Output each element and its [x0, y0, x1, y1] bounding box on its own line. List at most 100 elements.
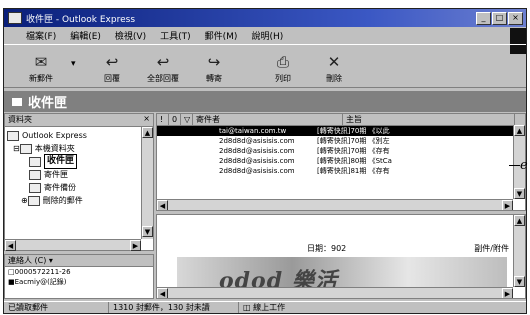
- tree-item-inbox[interactable]: 收件匣: [7, 154, 153, 169]
- delete-button[interactable]: ✕ 刪除: [313, 53, 355, 87]
- menu-help[interactable]: 說明(H): [251, 29, 283, 42]
- folders-horizontal-scrollbar[interactable]: ◀ ▶: [5, 239, 141, 251]
- message-from: 2d8d8d@asisisis.com: [219, 147, 295, 155]
- collapse-icon[interactable]: ⊟: [13, 142, 20, 155]
- status-count: 1310 封郵件，130 封未讀: [109, 302, 239, 313]
- message-row[interactable]: 2d8d8d@asisisis.com [轉寄快訊]70期 《別左: [157, 136, 525, 146]
- preview-attachment[interactable]: 副件/附件: [474, 243, 509, 254]
- tree-label: 寄件備份: [44, 183, 76, 192]
- message-subject: [轉寄快訊]70期 《以此: [317, 127, 390, 135]
- maximize-button[interactable]: □: [492, 11, 507, 25]
- scroll-right-icon[interactable]: ▶: [130, 240, 141, 251]
- title-bar[interactable]: 收件匣 - Outlook Express _ □ ×: [4, 9, 526, 27]
- reply-all-button[interactable]: ↩ 全部回覆: [142, 53, 184, 87]
- from-column[interactable]: 寄件者: [193, 114, 343, 125]
- status-bar: 已讀取郵件 1310 封郵件，130 封未讀 ◫ 線上工作: [4, 301, 526, 313]
- reply-icon: ↩: [105, 53, 119, 71]
- tree-item-local-folders[interactable]: ⊟ 本機資料夾: [7, 142, 153, 155]
- folder-title-bar: 收件匣: [4, 91, 526, 112]
- scroll-right-icon[interactable]: ▶: [502, 288, 513, 298]
- scroll-left-icon[interactable]: ◀: [5, 240, 16, 251]
- scroll-up-icon[interactable]: ▲: [514, 215, 525, 226]
- scroll-left-icon[interactable]: ◀: [157, 288, 168, 298]
- new-mail-dropdown-icon[interactable]: ▾: [71, 59, 85, 69]
- contact-item[interactable]: □0000572211-26: [5, 267, 153, 277]
- minimize-button[interactable]: _: [476, 11, 491, 25]
- new-mail-label: 新郵件: [29, 74, 53, 83]
- scroll-up-icon[interactable]: ▲: [142, 127, 153, 138]
- message-subject: [轉寄快訊]70期 《別左: [317, 137, 390, 145]
- folders-vertical-scrollbar[interactable]: ▲ ▼: [141, 127, 153, 239]
- flag-column[interactable]: ▽: [181, 114, 193, 125]
- message-row[interactable]: tai@taiwan.com.tw [轉寄快訊]70期 《以此: [157, 126, 525, 136]
- preview-vertical-scrollbar[interactable]: ▲ ▼: [513, 215, 525, 287]
- scroll-down-icon[interactable]: ▼: [142, 226, 153, 237]
- message-from: tai@taiwan.com.tw: [219, 127, 287, 135]
- close-pane-icon[interactable]: ×: [143, 114, 150, 123]
- menu-edit[interactable]: 編輯(E): [70, 29, 101, 42]
- scroll-down-icon[interactable]: ▼: [514, 276, 525, 287]
- scroll-right-icon[interactable]: ▶: [502, 200, 513, 210]
- priority-column[interactable]: !: [157, 114, 169, 125]
- contact-item[interactable]: ■Eacmiy@(記錄): [5, 277, 153, 287]
- preview-horizontal-scrollbar[interactable]: ◀ ▶: [157, 287, 513, 298]
- message-list-horizontal-scrollbar[interactable]: ◀ ▶: [157, 199, 513, 210]
- menu-tools[interactable]: 工具(T): [160, 29, 191, 42]
- folders-pane: 資料夾 × Outlook Express ⊟ 本機資料夾 收件匣 寄件匣 寄件…: [4, 113, 154, 251]
- subject-column[interactable]: 主旨: [343, 114, 515, 125]
- folders-header-label: 資料夾: [8, 115, 32, 124]
- tree-item-sent[interactable]: 寄件備份: [7, 181, 153, 194]
- folders-header: 資料夾 ×: [5, 114, 153, 127]
- status-online-label: 線上工作: [253, 303, 286, 312]
- menu-file[interactable]: 檔案(F): [26, 29, 56, 42]
- tree-label: Outlook Express: [22, 131, 87, 140]
- toolbar: ✉ 新郵件 ▾ ↩ 回覆 ↩ 全部回覆 ↪ 轉寄 ⎙ 列印 ✕ 刪除: [4, 44, 526, 88]
- reply-button[interactable]: ↩ 回覆: [91, 53, 133, 87]
- message-row[interactable]: 2d8d8d@asisisis.com [轉寄快訊]81期 《存有: [157, 166, 525, 176]
- deleted-items-icon: [27, 195, 40, 206]
- message-row[interactable]: 2d8d8d@asisisis.com [轉寄快訊]70期 《存有: [157, 146, 525, 156]
- window-title: 收件匣 - Outlook Express: [26, 14, 136, 25]
- delete-icon: ✕: [327, 53, 341, 71]
- message-subject: [轉寄快訊]70期 《存有: [317, 147, 390, 155]
- menu-view[interactable]: 檢視(V): [115, 29, 146, 42]
- inbox-icon: [12, 97, 22, 106]
- contacts-pane: 連絡人 (C) ▾ □0000572211-26 ■Eacmiy@(記錄): [4, 254, 154, 299]
- message-row[interactable]: 2d8d8d@asisisis.com [轉寄快訊]80期 《StCa: [157, 156, 525, 166]
- folder-title: 收件匣: [28, 96, 68, 111]
- attachment-column[interactable]: 0: [169, 114, 181, 125]
- outbox-icon: [29, 169, 41, 180]
- print-button[interactable]: ⎙ 列印: [262, 53, 304, 87]
- preview-pane: 日期：902 副件/附件 odod 樂活 ▲ ▼ ◀ ▶: [156, 214, 526, 299]
- folder-icon: [19, 143, 32, 154]
- message-from: 2d8d8d@asisisis.com: [219, 157, 295, 165]
- reply-label: 回覆: [104, 74, 120, 83]
- outlook-icon: [7, 130, 19, 141]
- status-online: ◫ 線上工作: [239, 302, 359, 313]
- contacts-header[interactable]: 連絡人 (C) ▾: [5, 255, 153, 267]
- message-list: ! 0 ▽ 寄件者 主旨 tai@taiwan.com.tw [轉寄快訊]70期…: [156, 113, 526, 211]
- expand-icon[interactable]: ⊕: [21, 194, 28, 207]
- reply-all-label: 全部回覆: [147, 74, 179, 83]
- reply-all-icon: ↩: [156, 53, 170, 71]
- outlook-window: 收件匣 - Outlook Express _ □ × 檔案(F) 編輯(E) …: [3, 8, 527, 314]
- tree-label: 寄件匣: [44, 170, 68, 179]
- menu-message[interactable]: 郵件(M): [205, 29, 238, 42]
- new-mail-button[interactable]: ✉ 新郵件: [20, 53, 62, 87]
- tree-item-outbox[interactable]: 寄件匣: [7, 168, 153, 181]
- forward-button[interactable]: ↪ 轉寄: [193, 53, 235, 87]
- scroll-up-icon[interactable]: ▲: [514, 125, 525, 136]
- tree-label: 收件匣: [44, 154, 78, 169]
- print-icon: ⎙: [276, 53, 289, 71]
- print-label: 列印: [275, 74, 291, 83]
- tree-item-outlook-express[interactable]: Outlook Express: [7, 129, 153, 142]
- close-button[interactable]: ×: [508, 11, 523, 25]
- message-subject: [轉寄快訊]81期 《存有: [317, 167, 390, 175]
- scroll-left-icon[interactable]: ◀: [157, 200, 168, 210]
- scroll-down-icon[interactable]: ▼: [514, 188, 525, 199]
- new-mail-icon: ✉: [34, 53, 48, 71]
- tree-label: 刪除的郵件: [42, 196, 83, 205]
- callout-line: [509, 165, 520, 166]
- tree-item-deleted[interactable]: ⊕ 刪除的郵件: [7, 194, 153, 207]
- side-note-letter: e: [520, 158, 528, 173]
